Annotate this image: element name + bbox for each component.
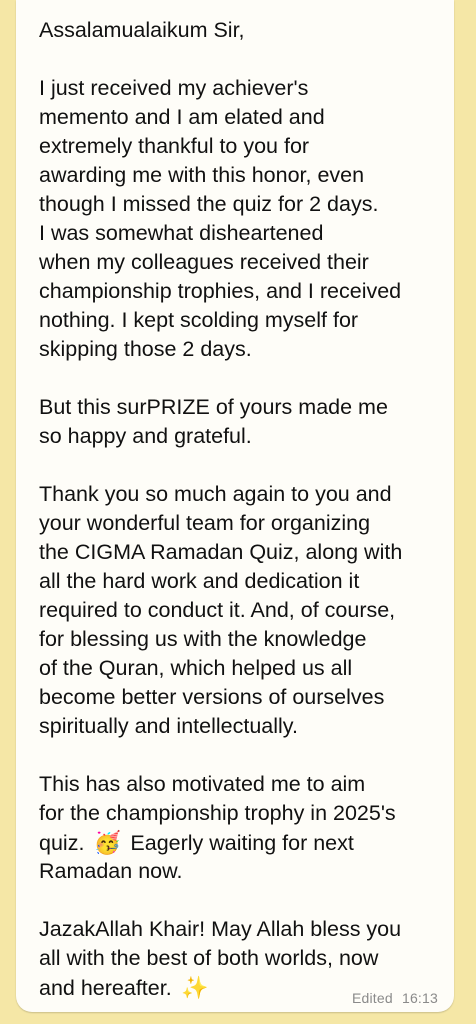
edited-label: Edited <box>351 990 393 1006</box>
message-line: become better versions of ourselves <box>39 685 385 709</box>
message-line: JazakAllah Khair! May Allah bless you <box>39 917 402 941</box>
sparkles-emoji-icon: ✨ <box>180 975 209 1000</box>
message-time: 16:13 <box>401 990 438 1006</box>
message-line: awarding me with this honor, even <box>39 163 365 187</box>
partying-face-emoji-icon: 🥳 <box>93 830 122 855</box>
message-line: Ramadan now. <box>39 859 183 883</box>
message-line: This has also motivated me to aim <box>39 772 366 796</box>
message-line: I was somewhat disheartened <box>39 221 324 245</box>
message-text-segment: and hereafter. <box>39 976 172 1000</box>
message-text-segment: Eagerly waiting for next <box>130 831 354 855</box>
message-line: nothing. I kept scolding myself for <box>39 308 359 332</box>
message-line: though I missed the quiz for 2 days. <box>39 192 379 216</box>
message-line: so happy and grateful. <box>39 424 252 448</box>
message-meta: Edited 16:13 <box>352 990 438 1006</box>
message-line: Assalamualaikum Sir, <box>39 18 245 42</box>
message-text-segment: quiz. <box>39 831 85 855</box>
message-line: all the hard work and dedication it <box>39 569 360 593</box>
message-line: extremely thankful to you for <box>39 134 310 158</box>
message-line: the CIGMA Ramadan Quiz, along with <box>39 540 403 564</box>
message-line: championship trophies, and I received <box>39 279 402 303</box>
message-line: skipping those 2 days. <box>39 337 252 361</box>
message-line: But this surPRIZE of yours made me <box>39 395 388 419</box>
message-line: your wonderful team for organizing <box>39 511 371 535</box>
message-line: I just received my achiever's <box>39 76 309 100</box>
message-line: Thank you so much again to you and <box>39 482 392 506</box>
message-line: spiritually and intellectually. <box>39 714 298 738</box>
message-line: for the championship trophy in 2025's <box>39 801 396 825</box>
message-text: Ramadan now. JazakAllah Khair! May Allah … <box>39 857 454 973</box>
message-bubble[interactable]: Assalamualaikum Sir, I just received my a… <box>16 0 454 1012</box>
message-text: Assalamualaikum Sir, I just received my a… <box>39 16 454 828</box>
message-line: quiz. 🥳 Eagerly waiting for next <box>39 828 454 857</box>
message-line: all with the best of both worlds, now <box>39 946 379 970</box>
message-line: of the Quran, which helped us all <box>39 656 353 680</box>
message-line: required to conduct it. And, of course, <box>39 598 396 622</box>
message-line: when my colleagues received their <box>39 250 369 274</box>
message-line: for blessing us with the knowledge <box>39 627 367 651</box>
message-line: memento and I am elated and <box>39 105 325 129</box>
